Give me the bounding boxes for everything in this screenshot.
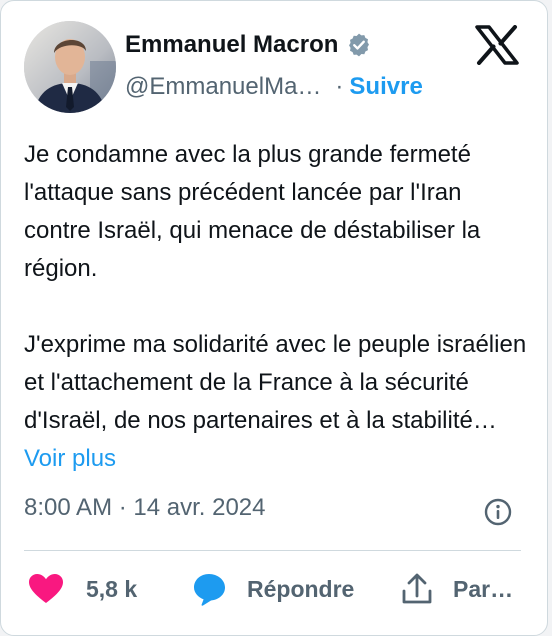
verified-badge-icon [349, 33, 370, 57]
reply-button[interactable]: Répondre [193, 569, 354, 609]
reply-label: Répondre [247, 575, 355, 602]
author-name[interactable]: Emmanuel Macron [125, 31, 338, 59]
tweet-paragraph: Je condamne avec la plus grande fermeté … [24, 141, 481, 282]
avatar[interactable] [24, 21, 116, 113]
tweet-text: Je condamne avec la plus grande fermeté … [24, 136, 529, 478]
divider [24, 550, 521, 551]
heart-icon [29, 574, 63, 603]
like-button[interactable]: 5,8 k [28, 569, 137, 609]
tweet-card: Emmanuel Macron @EmmanuelMa… · Suivre Je… [0, 0, 548, 636]
tweet-paragraph: J'exprime ma solidarité avec le peuple i… [24, 326, 529, 478]
share-icon [402, 573, 432, 604]
tweet-paragraph-text: J'exprime ma solidarité avec le peuple i… [24, 331, 527, 434]
like-count: 5,8 k [86, 575, 138, 602]
x-logo-icon[interactable] [475, 25, 519, 65]
follow-button[interactable]: Suivre [349, 73, 422, 101]
author-name-row: Emmanuel Macron [125, 31, 372, 59]
tweet-timestamp[interactable]: 8:00 AM · 14 avr. 2024 [24, 494, 266, 522]
show-more-link[interactable]: Voir plus [24, 445, 116, 472]
share-button[interactable]: Par… [401, 569, 513, 609]
info-icon[interactable] [483, 497, 513, 527]
author-handle-row: @EmmanuelMa… · Suivre [125, 73, 423, 101]
reply-bubble-icon [194, 574, 225, 606]
avatar-photo [24, 21, 116, 113]
author-handle[interactable]: @EmmanuelMa… [125, 73, 321, 101]
share-label: Par… [453, 575, 514, 602]
handle-separator: · [335, 73, 344, 100]
